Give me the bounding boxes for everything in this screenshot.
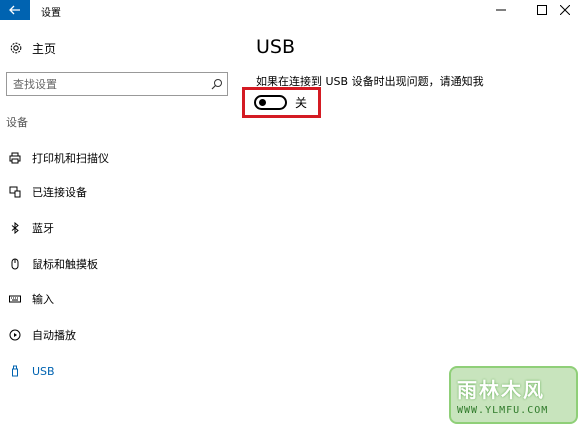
sidebar-item-label: 输入 xyxy=(32,293,54,306)
minimize-button[interactable] xyxy=(481,0,521,20)
connected-devices-icon xyxy=(8,185,22,199)
search-box[interactable] xyxy=(6,72,228,96)
sidebar-item-label: 打印机和扫描仪 xyxy=(32,152,109,165)
sidebar-item-input[interactable]: 输入 xyxy=(0,287,235,311)
bluetooth-icon xyxy=(8,221,22,235)
maximize-icon xyxy=(537,5,547,15)
close-button[interactable] xyxy=(548,0,582,20)
printer-icon xyxy=(8,151,22,165)
back-arrow-icon xyxy=(9,5,20,15)
page-title: USB xyxy=(256,36,296,58)
watermark-text: 雨林木风 xyxy=(457,378,545,402)
usb-notify-toggle-row[interactable]: 关 xyxy=(254,93,307,111)
sidebar-item-home[interactable]: 主页 xyxy=(8,39,56,57)
watermark-url: WWW.YLMFU.COM xyxy=(457,405,549,416)
toggle-state-label: 关 xyxy=(295,95,308,110)
sidebar-item-printers[interactable]: 打印机和扫描仪 xyxy=(0,146,235,170)
search-icon[interactable] xyxy=(211,78,223,90)
sidebar-item-label: 自动播放 xyxy=(32,329,76,342)
keyboard-icon xyxy=(8,292,22,306)
search-input[interactable] xyxy=(7,73,197,96)
sidebar-item-label: 已连接设备 xyxy=(32,186,87,199)
sidebar-item-mouse[interactable]: 鼠标和触摸板 xyxy=(0,252,235,276)
sidebar-item-label: 蓝牙 xyxy=(32,222,54,235)
sidebar-item-usb[interactable]: USB xyxy=(0,359,235,383)
back-button[interactable] xyxy=(0,0,30,20)
usb-notify-toggle[interactable] xyxy=(254,94,287,110)
watermark-logo: 雨林木风 WWW.YLMFU.COM xyxy=(449,366,578,424)
sidebar-item-bluetooth[interactable]: 蓝牙 xyxy=(0,216,235,240)
close-icon xyxy=(560,5,570,15)
minimize-icon xyxy=(496,9,506,11)
toggle-knob xyxy=(259,98,266,106)
sidebar-item-autoplay[interactable]: 自动播放 xyxy=(0,323,235,347)
title-bar: 设置 xyxy=(0,0,582,20)
window-title: 设置 xyxy=(41,8,61,19)
gear-icon xyxy=(8,40,24,56)
sidebar-item-label: USB xyxy=(32,364,55,378)
section-label-devices: 设备 xyxy=(6,116,28,129)
usb-icon xyxy=(8,364,22,378)
sidebar-item-connected-devices[interactable]: 已连接设备 xyxy=(0,180,235,204)
autoplay-icon xyxy=(8,328,22,342)
sidebar-item-label: 鼠标和触摸板 xyxy=(32,258,98,271)
home-label: 主页 xyxy=(32,41,57,56)
mouse-icon xyxy=(8,257,22,271)
